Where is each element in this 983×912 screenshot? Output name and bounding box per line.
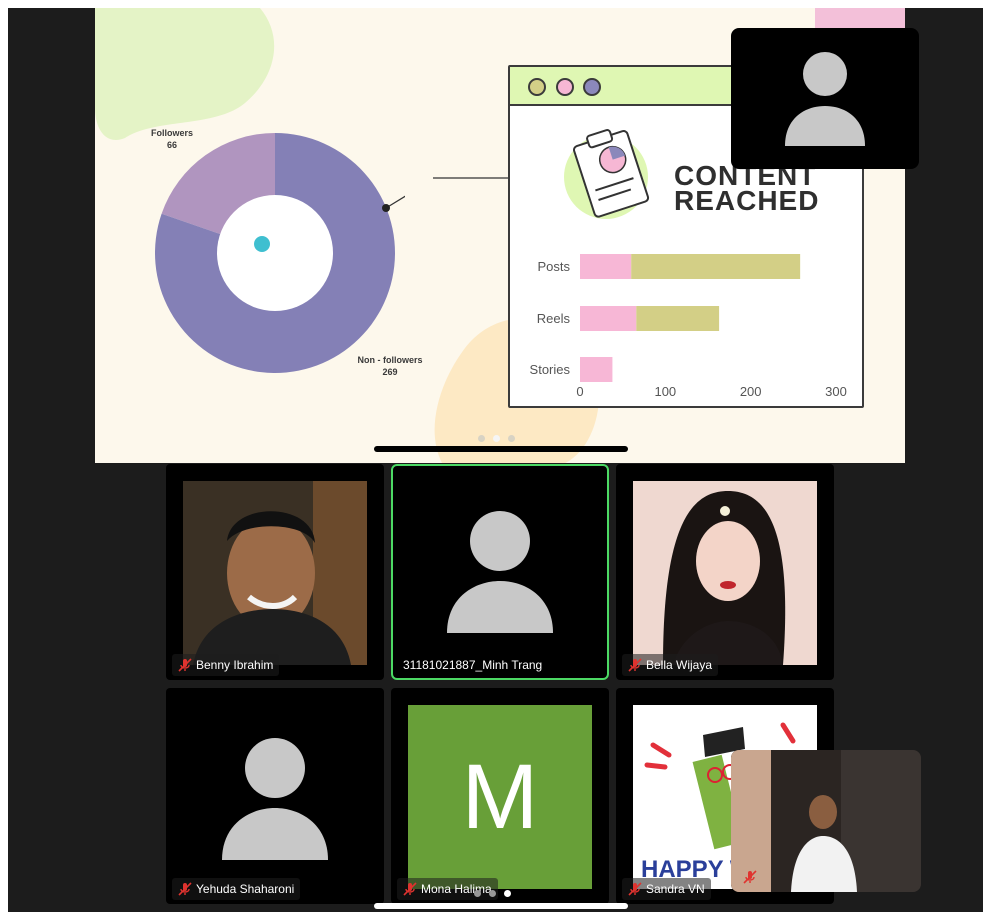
gallery-page-dots[interactable] (474, 890, 511, 897)
home-indicator-top (374, 446, 628, 452)
mic-off-icon (628, 882, 642, 896)
cursor-pointer-dot (254, 236, 270, 252)
leader-line (385, 195, 405, 209)
clipboard-icon (564, 129, 650, 219)
mic-off-icon (178, 658, 192, 672)
bar-segment-posts-1 (631, 254, 801, 279)
participant-tile[interactable]: Bella Wijaya (616, 464, 834, 680)
x-tick-label: 100 (654, 384, 676, 399)
content-reached-bar-chart: Posts Reels Stories 0 100 200 300 (530, 254, 847, 399)
mic-off-icon (628, 658, 642, 672)
participant-name: 31181021887_Minh Trang (403, 658, 543, 672)
slide-page-dots (478, 435, 515, 442)
donut-label-non-followers: Non - followers 269 (357, 355, 423, 377)
window-dot-1 (528, 78, 546, 96)
participant-name-label: Bella Wijaya (622, 654, 719, 676)
floating-video-thumbnail[interactable] (731, 750, 921, 892)
participant-name: Sandra VN (646, 882, 705, 896)
participant-tile-active-speaker[interactable]: 31181021887_Minh Trang (391, 464, 609, 680)
self-view-tile[interactable] (731, 28, 919, 169)
participant-name-label: 31181021887_Minh Trang (397, 654, 548, 676)
participant-name: Yehuda Shaharoni (196, 882, 295, 896)
user-placeholder-icon (222, 738, 328, 860)
card-title: CONTENT REACHED (674, 160, 820, 216)
bar-segment-reels-1 (636, 306, 720, 331)
bar-segment-reels-0 (580, 306, 637, 331)
pip-video (731, 750, 921, 892)
donut-label-followers: Followers 66 (150, 128, 193, 150)
home-indicator-bottom (374, 903, 628, 909)
meeting-window: Followers 66 Non - followers 269 CONTENT… (8, 8, 983, 912)
mic-off-icon (178, 882, 192, 896)
x-tick-label: 200 (740, 384, 762, 399)
participant-name-label: Benny Ibrahim (172, 654, 280, 676)
participant-tile[interactable]: Yehuda Shaharoni (166, 688, 384, 904)
window-dot-3 (583, 78, 601, 96)
user-placeholder-icon (447, 511, 553, 633)
x-tick-label: 0 (576, 384, 583, 399)
user-placeholder-icon (785, 52, 865, 146)
participant-name: Benny Ibrahim (196, 658, 274, 672)
participant-video (633, 481, 817, 665)
participant-tile[interactable]: Benny Ibrahim (166, 464, 384, 680)
category-label: Posts (537, 259, 570, 274)
participant-name-label: Sandra VN (622, 878, 711, 900)
letter-avatar: M (408, 705, 592, 889)
participant-video (183, 481, 367, 665)
mic-off-icon (743, 870, 757, 884)
category-label: Reels (537, 311, 571, 326)
bar-segment-posts-0 (580, 254, 632, 279)
bar-segment-stories-0 (580, 357, 613, 382)
participant-name: Bella Wijaya (646, 658, 713, 672)
category-label: Stories (530, 362, 571, 377)
mic-off-icon (403, 882, 417, 896)
x-tick-label: 300 (825, 384, 847, 399)
window-dot-2 (556, 78, 574, 96)
participant-name-label: Yehuda Shaharoni (172, 878, 301, 900)
followers-donut-chart (155, 133, 405, 374)
participant-tile[interactable]: M Mona Halima (391, 688, 609, 904)
